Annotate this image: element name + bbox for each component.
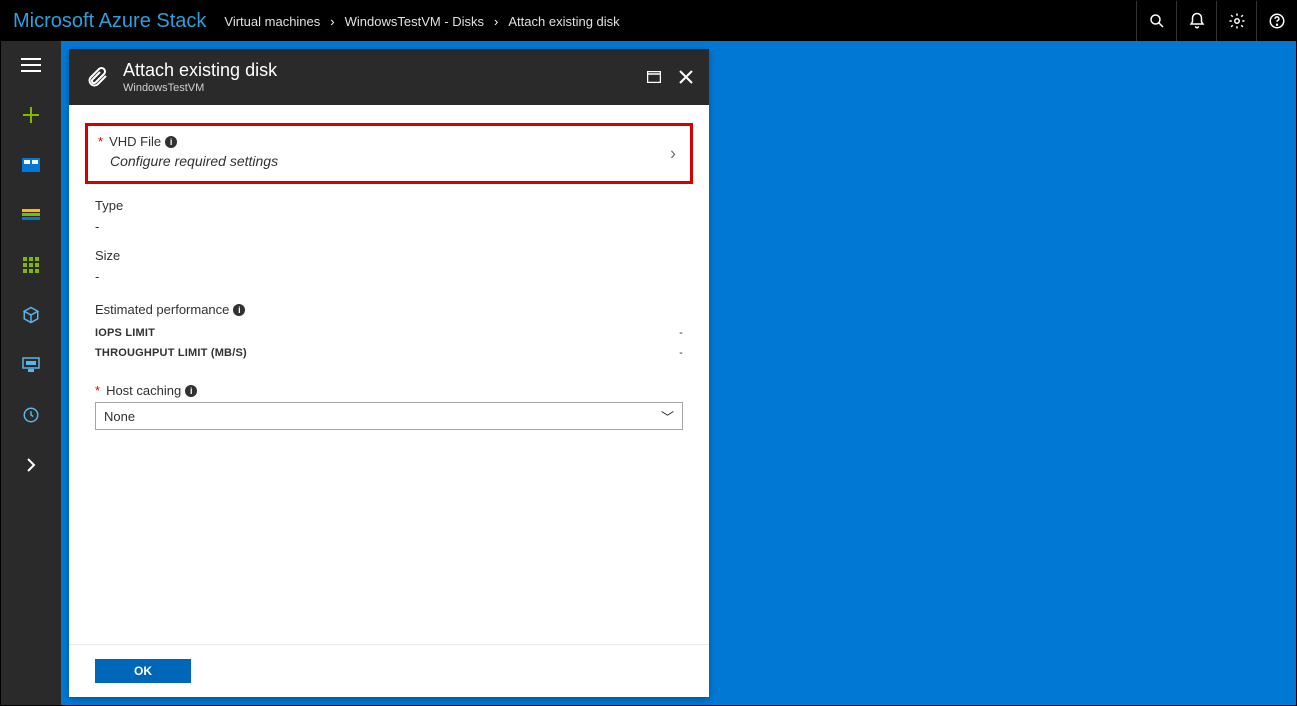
info-icon[interactable]: i <box>233 304 245 316</box>
breadcrumb-disks[interactable]: WindowsTestVM - Disks <box>345 14 484 29</box>
performance-label: Estimated performance <box>95 302 229 317</box>
blade-body: * VHD File i Configure required settings… <box>69 105 709 644</box>
blade-header: Attach existing disk WindowsTestVM <box>69 49 709 105</box>
chevron-down-icon: ﹀ <box>661 407 674 426</box>
vhd-placeholder: Configure required settings <box>98 153 680 169</box>
info-icon[interactable]: i <box>165 136 177 148</box>
attachment-icon <box>83 63 111 91</box>
vhd-file-label: VHD File <box>109 134 161 149</box>
required-marker: * <box>98 134 103 149</box>
all-resources-icon[interactable] <box>11 249 51 281</box>
sidebar <box>1 41 61 705</box>
breadcrumb-vm[interactable]: Virtual machines <box>224 14 320 29</box>
vhd-file-selector[interactable]: * VHD File i Configure required settings… <box>85 123 693 184</box>
iops-label: IOPS LIMIT <box>95 327 155 339</box>
type-row: Type - <box>95 198 683 234</box>
size-label: Size <box>95 248 120 263</box>
settings-icon[interactable] <box>1216 1 1256 41</box>
host-caching-value: None <box>104 409 135 424</box>
topbar-actions <box>1136 1 1296 41</box>
search-icon[interactable] <box>1136 1 1176 41</box>
throughput-value: - <box>679 347 683 359</box>
iops-row: IOPS LIMIT - <box>95 323 683 343</box>
host-caching-label: Host caching <box>106 383 181 398</box>
virtual-machines-icon[interactable] <box>11 349 51 381</box>
blade-subtitle: WindowsTestVM <box>123 82 277 94</box>
performance-section: Estimated performance i IOPS LIMIT - THR… <box>95 302 683 363</box>
recent-icon[interactable] <box>11 399 51 431</box>
help-icon[interactable] <box>1256 1 1296 41</box>
notifications-icon[interactable] <box>1176 1 1216 41</box>
chevron-right-icon: › <box>670 143 676 164</box>
throughput-row: THROUGHPUT LIMIT (MB/S) - <box>95 343 683 363</box>
iops-value: - <box>679 327 683 339</box>
size-row: Size - <box>95 248 683 284</box>
type-label: Type <box>95 198 123 213</box>
maximize-icon[interactable] <box>645 68 663 86</box>
host-caching-select[interactable]: None ﹀ <box>95 402 683 430</box>
blade-footer: OK <box>69 644 709 697</box>
breadcrumbs: Virtual machines › WindowsTestVM - Disks… <box>224 14 619 29</box>
throughput-label: THROUGHPUT LIMIT (MB/S) <box>95 347 247 359</box>
type-value: - <box>95 217 683 234</box>
brand-link[interactable]: Microsoft Azure Stack <box>13 10 206 33</box>
more-services-icon[interactable] <box>11 449 51 481</box>
attach-disk-blade: Attach existing disk WindowsTestVM * <box>69 49 709 697</box>
hamburger-icon[interactable] <box>11 49 51 81</box>
chevron-right-icon: › <box>330 14 334 29</box>
blade-title: Attach existing disk <box>123 60 277 81</box>
size-value: - <box>95 267 683 284</box>
cube-icon[interactable] <box>11 299 51 331</box>
workspace: Attach existing disk WindowsTestVM * <box>61 41 1296 705</box>
new-resource-icon[interactable] <box>11 99 51 131</box>
ok-button[interactable]: OK <box>95 659 191 683</box>
topbar: Microsoft Azure Stack Virtual machines ›… <box>1 1 1296 41</box>
host-caching-group: * Host caching i None ﹀ <box>95 383 683 430</box>
info-icon[interactable]: i <box>185 385 197 397</box>
main-area: Attach existing disk WindowsTestVM * <box>1 41 1296 705</box>
chevron-right-icon: › <box>494 14 498 29</box>
resource-groups-icon[interactable] <box>11 199 51 231</box>
breadcrumb-attach[interactable]: Attach existing disk <box>508 14 619 29</box>
close-icon[interactable] <box>677 68 695 86</box>
dashboard-icon[interactable] <box>11 149 51 181</box>
required-marker: * <box>95 383 100 398</box>
